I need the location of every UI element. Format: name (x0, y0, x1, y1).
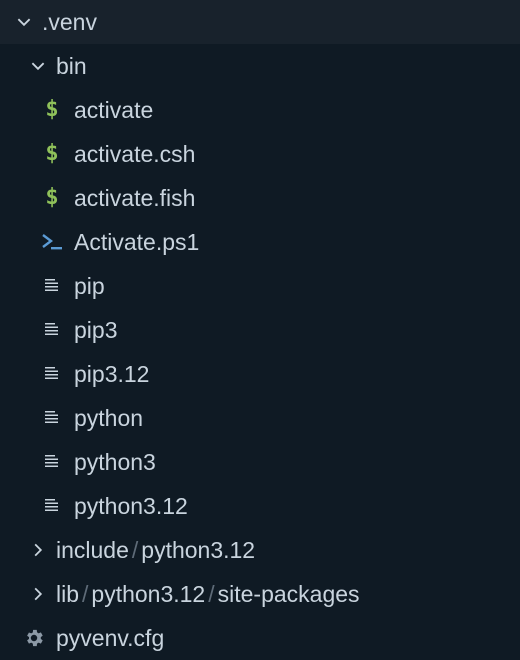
file-pip3[interactable]: pip3 (0, 308, 520, 352)
folder-label: python3.12 (91, 580, 206, 607)
shell-dollar-icon: $ (45, 185, 59, 210)
gear-icon (22, 626, 46, 650)
folder-label: lib (56, 580, 80, 607)
folder-include[interactable]: include / python3.12 (0, 528, 520, 572)
folder-label: bin (56, 52, 87, 79)
file-label: python (74, 404, 144, 431)
file-label: activate.fish (74, 184, 196, 211)
file-label: pip3.12 (74, 360, 150, 387)
powershell-icon (40, 230, 64, 254)
path-separator: / (208, 580, 215, 607)
file-activate-fish[interactable]: $ activate.fish (0, 176, 520, 220)
file-label: python3 (74, 448, 156, 475)
file-pip3-12[interactable]: pip3.12 (0, 352, 520, 396)
shell-dollar-icon: $ (45, 97, 59, 122)
folder-label: site-packages (217, 580, 360, 607)
shell-dollar-icon: $ (45, 141, 59, 166)
folder-venv[interactable]: .venv (0, 0, 520, 44)
folder-label: include (56, 536, 129, 563)
file-python[interactable]: python (0, 396, 520, 440)
file-label: pip (74, 272, 105, 299)
file-activate-csh[interactable]: $ activate.csh (0, 132, 520, 176)
chevron-right-icon[interactable] (28, 584, 48, 604)
file-label: pyvenv.cfg (56, 624, 165, 651)
file-pip[interactable]: pip (0, 264, 520, 308)
file-label: activate (74, 96, 154, 123)
file-label: python3.12 (74, 492, 188, 519)
text-file-icon (40, 450, 64, 474)
folder-bin[interactable]: bin (0, 44, 520, 88)
chevron-down-icon[interactable] (14, 12, 34, 32)
folder-label: python3.12 (141, 536, 256, 563)
folder-label: .venv (42, 8, 97, 35)
text-file-icon (40, 362, 64, 386)
text-file-icon (40, 494, 64, 518)
file-activate[interactable]: $ activate (0, 88, 520, 132)
file-python3[interactable]: python3 (0, 440, 520, 484)
file-python3-12[interactable]: python3.12 (0, 484, 520, 528)
chevron-down-icon[interactable] (28, 56, 48, 76)
text-file-icon (40, 274, 64, 298)
file-explorer: .venv bin $ activate $ activate.csh $ ac… (0, 0, 520, 660)
text-file-icon (40, 318, 64, 342)
folder-lib[interactable]: lib / python3.12 / site-packages (0, 572, 520, 616)
file-label: pip3 (74, 316, 118, 343)
chevron-right-icon[interactable] (28, 540, 48, 560)
text-file-icon (40, 406, 64, 430)
file-label: activate.csh (74, 140, 196, 167)
file-activate-ps1[interactable]: Activate.ps1 (0, 220, 520, 264)
path-separator: / (131, 536, 139, 563)
path-separator: / (82, 580, 89, 607)
file-label: Activate.ps1 (74, 228, 200, 255)
file-pyvenv-cfg[interactable]: pyvenv.cfg (0, 616, 520, 660)
